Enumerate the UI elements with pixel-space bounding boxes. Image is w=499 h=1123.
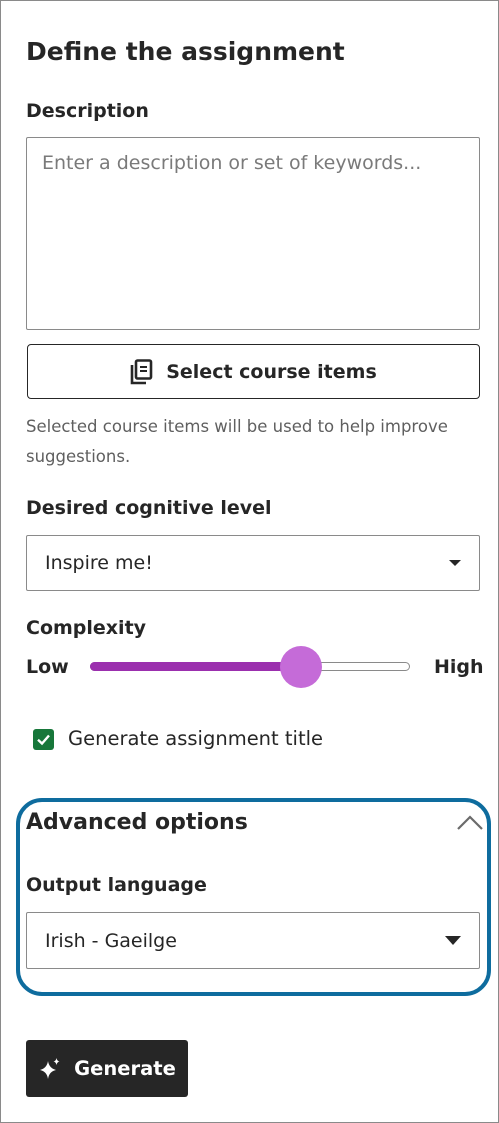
select-course-items-button[interactable]: Select course items	[27, 344, 480, 399]
checkmark-icon	[37, 734, 50, 746]
complexity-slider-track[interactable]	[90, 662, 410, 671]
caret-down-icon	[445, 936, 461, 945]
complexity-max-label: High	[434, 656, 484, 678]
sparkle-icon	[38, 1057, 62, 1081]
generate-button-label: Generate	[74, 1057, 176, 1080]
select-course-items-label: Select course items	[166, 360, 377, 383]
complexity-slider-thumb[interactable]	[280, 646, 323, 688]
cognitive-level-value: Inspire me!	[45, 552, 153, 574]
output-language-label: Output language	[26, 874, 207, 896]
page-title: Define the assignment	[26, 37, 345, 66]
generate-title-label: Generate assignment title	[68, 727, 324, 750]
cognitive-level-select[interactable]: Inspire me!	[26, 535, 480, 591]
complexity-min-label: Low	[26, 656, 69, 678]
generate-title-checkbox[interactable]	[33, 729, 54, 750]
output-language-value: Irish - Gaeilge	[45, 929, 177, 952]
cognitive-level-label: Desired cognitive level	[26, 497, 272, 519]
description-label: Description	[26, 100, 149, 122]
chevron-up-icon[interactable]	[456, 813, 484, 835]
description-input[interactable]	[26, 137, 480, 330]
generate-button[interactable]: Generate	[26, 1040, 188, 1097]
assignment-panel: Define the assignment Description Select…	[0, 0, 499, 1123]
advanced-options-toggle[interactable]: Advanced options	[26, 810, 248, 835]
complexity-label: Complexity	[26, 617, 147, 639]
caret-down-icon	[449, 560, 461, 566]
course-items-help-text: Selected course items will be used to he…	[26, 417, 448, 466]
complexity-slider-fill	[90, 662, 302, 671]
documents-icon	[130, 358, 154, 385]
output-language-select[interactable]: Irish - Gaeilge	[26, 912, 480, 969]
